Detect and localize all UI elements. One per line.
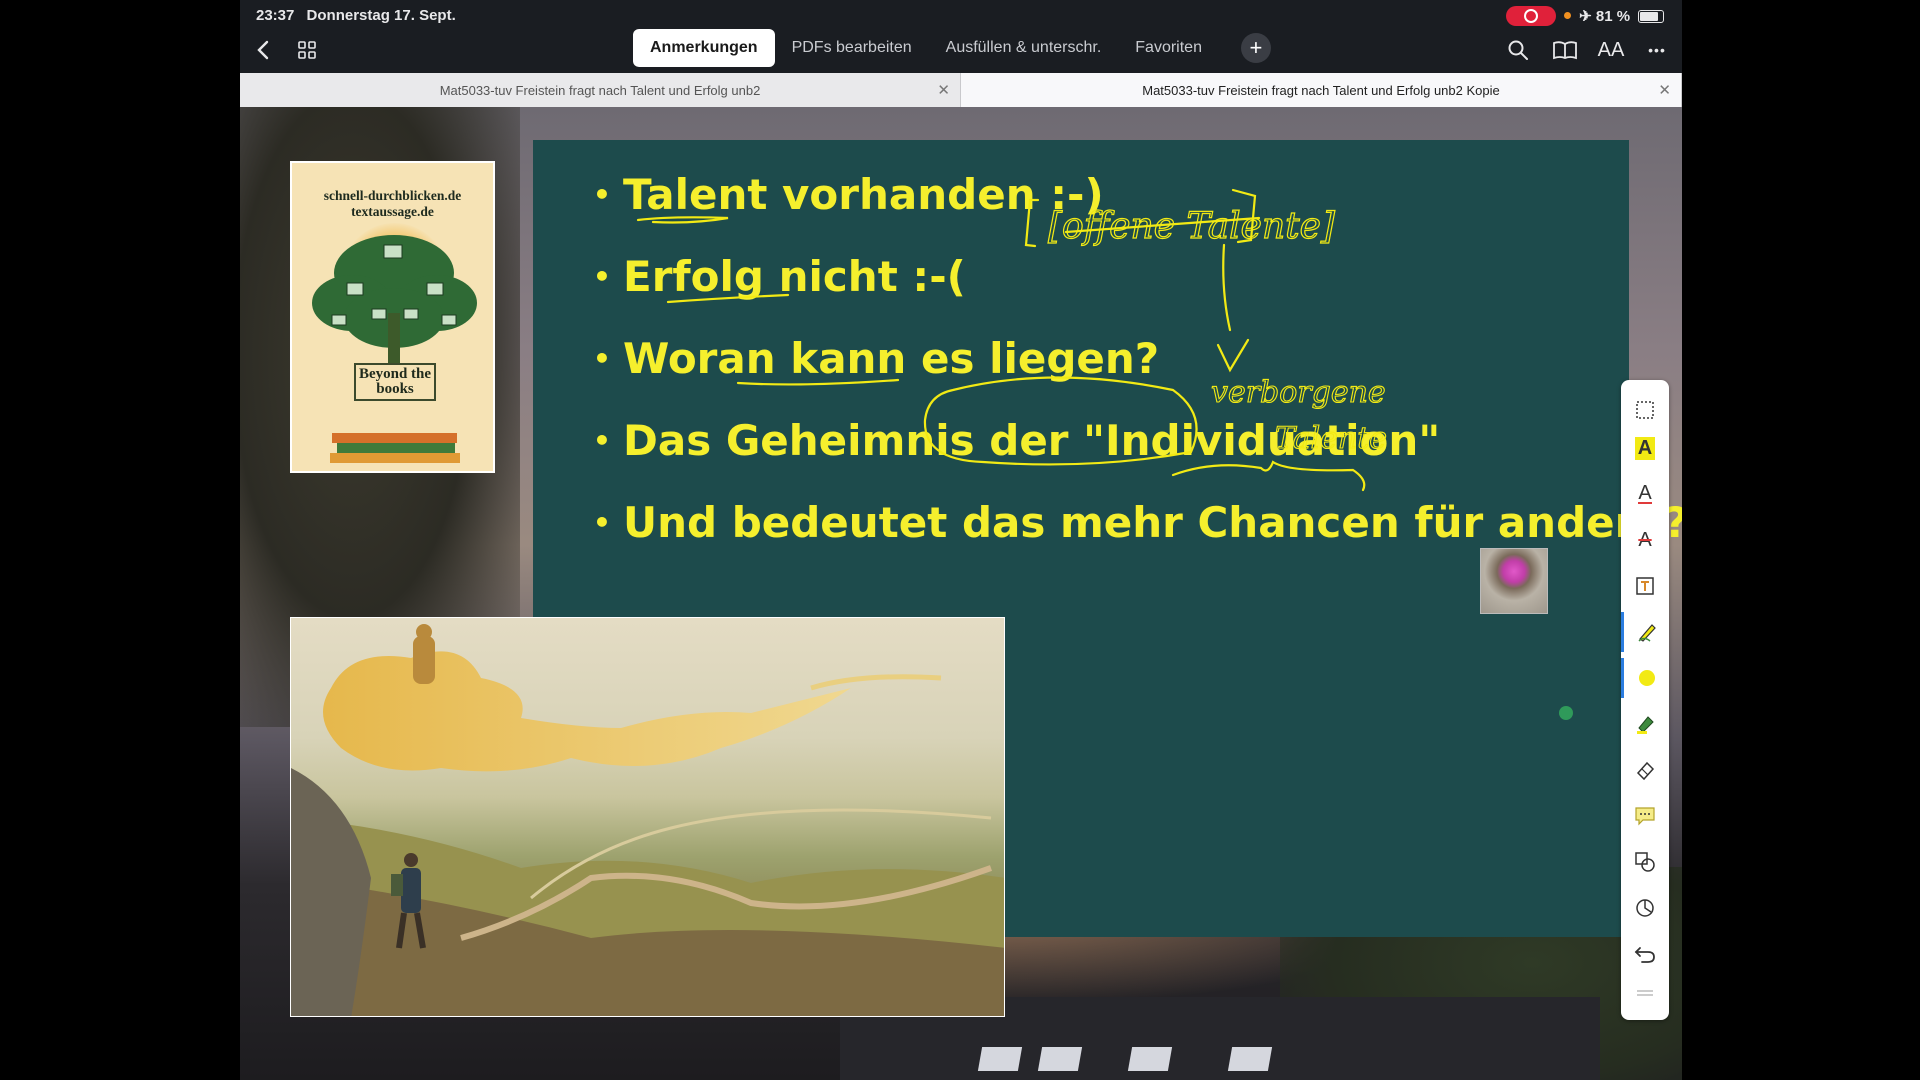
brace-stroke: [1171, 460, 1366, 492]
close-icon[interactable]: ✕: [937, 81, 950, 99]
close-icon[interactable]: ✕: [1658, 81, 1671, 99]
tab-ausfuellen-unterschreiben[interactable]: Ausfüllen & unterschr.: [929, 29, 1119, 67]
grid-icon[interactable]: [292, 35, 322, 65]
chevron-left-icon[interactable]: [248, 35, 278, 65]
undo-icon[interactable]: [1621, 934, 1669, 974]
roof-window: [1127, 1047, 1173, 1071]
handwriting-verborgene: verborgene: [1211, 375, 1386, 410]
text-box-icon[interactable]: [1621, 566, 1669, 606]
roof-window: [1037, 1047, 1083, 1071]
ipad-screen: 23:37 Donnerstag 17. Sept. ✈ 81 % Anmerk…: [240, 0, 1682, 1080]
mode-tabs: Anmerkungen PDFs bearbeiten Ausfüllen & …: [633, 28, 1271, 68]
handwriting-talente: Talente: [1275, 421, 1387, 456]
document-tab-original[interactable]: Mat5033-tuv Freistein fragt nach Talent …: [240, 73, 961, 107]
landscape-illustration[interactable]: [290, 617, 1005, 1017]
green-marker-dot: [1559, 706, 1573, 720]
poster-title: Beyond the books: [354, 363, 436, 401]
stamp-icon[interactable]: [1621, 888, 1669, 928]
search-icon[interactable]: [1503, 35, 1533, 65]
airplane-icon: ✈: [1579, 8, 1592, 25]
lasso-select-icon[interactable]: [1621, 390, 1669, 430]
roof-window: [977, 1047, 1023, 1071]
annotation-tool-palette: A A A: [1621, 380, 1669, 1020]
individuation-circle: [923, 376, 1198, 466]
underline-stroke: [636, 216, 729, 224]
tab-favoriten[interactable]: Favoriten: [1118, 29, 1219, 67]
tree-illustration: [312, 235, 477, 463]
bracket-left: [1024, 198, 1040, 248]
handle-icon[interactable]: [1621, 978, 1669, 1008]
highlight-text-icon[interactable]: A: [1621, 428, 1669, 468]
status-time: 23:37: [256, 7, 295, 24]
app-toolbar: Anmerkungen PDFs bearbeiten Ausfüllen & …: [240, 28, 1682, 72]
underline-stroke: [736, 378, 900, 386]
status-date: Donnerstag 17. Sept.: [306, 7, 456, 24]
arrow-stroke: [1222, 243, 1232, 332]
document-tab-title: Mat5033-tuv Freistein fragt nach Talent …: [439, 82, 761, 98]
handwriting-offene-talente: [offene Talente]: [1048, 206, 1336, 247]
poster-url: schnell-durchblicken.de: [323, 188, 462, 203]
battery-percent: 81 %: [1595, 8, 1631, 25]
underline-text-icon[interactable]: A: [1621, 474, 1669, 514]
battery-icon: [1638, 10, 1665, 23]
document-tab-title: Mat5033-tuv Freistein fragt nach Talent …: [1142, 82, 1500, 98]
more-icon[interactable]: •••: [1642, 35, 1672, 65]
pdf-page[interactable]: schnell-durchblicken.de textaussage.de B…: [240, 107, 1682, 1080]
document-tabs: Mat5033-tuv Freistein fragt nach Talent …: [240, 73, 1682, 107]
beyond-the-books-poster: schnell-durchblicken.de textaussage.de B…: [290, 161, 495, 473]
color-dot-icon[interactable]: [1621, 658, 1669, 698]
roof-window: [1227, 1047, 1273, 1071]
pen-icon[interactable]: [1621, 612, 1669, 652]
status-indicators: ✈ 81 %: [1564, 7, 1665, 25]
hiker-figure: [401, 868, 421, 913]
text-size-icon[interactable]: AA: [1596, 35, 1626, 65]
cloud-thinker-scene: [291, 624, 1004, 1016]
status-bar: 23:37 Donnerstag 17. Sept. ✈ 81 %: [240, 0, 1682, 30]
flower-image[interactable]: [1480, 548, 1548, 614]
tab-pdfs-bearbeiten[interactable]: PDFs bearbeiten: [775, 29, 929, 67]
poster-url: textaussage.de: [351, 204, 434, 219]
mic-indicator-icon: [1564, 12, 1571, 19]
book-icon[interactable]: [1550, 35, 1580, 65]
comment-icon[interactable]: [1621, 796, 1669, 836]
shapes-icon[interactable]: [1621, 842, 1669, 882]
screen-recording-icon[interactable]: [1506, 6, 1556, 26]
eraser-icon[interactable]: [1621, 750, 1669, 790]
strikethrough-text-icon[interactable]: A: [1621, 520, 1669, 560]
highlighter-icon[interactable]: [1621, 704, 1669, 744]
document-tab-copy[interactable]: Mat5033-tuv Freistein fragt nach Talent …: [961, 73, 1682, 107]
arrow-head: [1216, 338, 1250, 373]
add-tool-button[interactable]: +: [1240, 33, 1271, 63]
thinker-figure: [413, 636, 435, 684]
underline-stroke: [666, 293, 790, 304]
tab-anmerkungen[interactable]: Anmerkungen: [633, 29, 775, 67]
